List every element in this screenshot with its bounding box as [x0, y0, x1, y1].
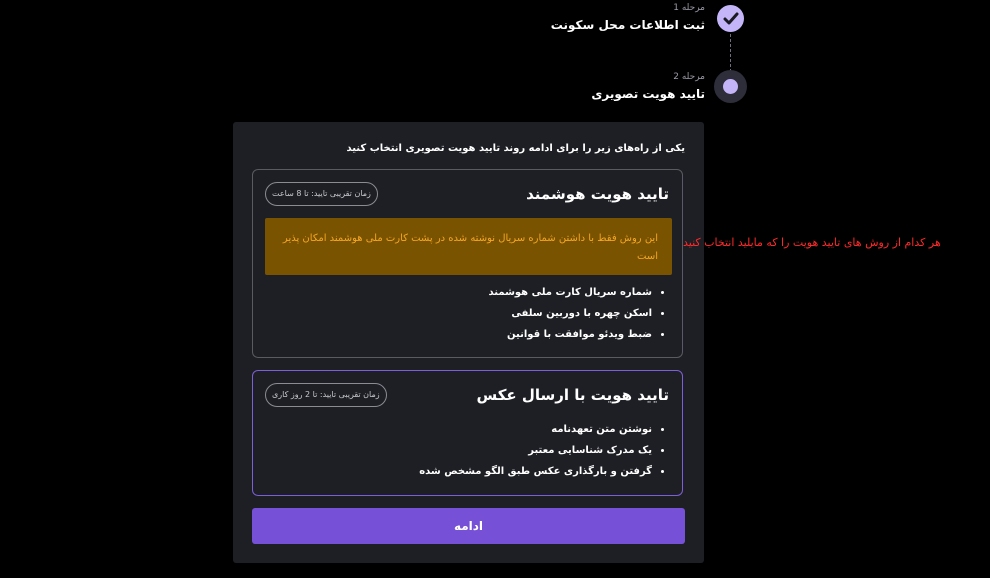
step-1-label: مرحله 1: [673, 3, 705, 13]
smart-verification-warning: این روش فقط با داشتن شماره سریال نوشته ش…: [265, 218, 672, 275]
continue-button[interactable]: ادامه: [252, 508, 685, 544]
smart-verification-card[interactable]: تایید هویت هوشمند زمان تقریبی تایید: تا …: [252, 169, 683, 358]
list-item: نوشتن متن تعهدنامه: [419, 419, 652, 440]
verification-method-panel: یکی از راه‌های زیر را برای ادامه روند تا…: [233, 122, 704, 563]
smart-verification-title: تایید هویت هوشمند: [526, 185, 669, 203]
photo-verification-card[interactable]: تایید هویت با ارسال عکس زمان تقریبی تایی…: [252, 370, 683, 496]
step-1-complete-indicator: [717, 5, 744, 32]
list-item: شماره سریال کارت ملی هوشمند: [489, 282, 653, 303]
step-1-title: ثبت اطلاعات محل سکونت: [550, 18, 705, 32]
list-item: اسکن چهره با دوربین سلفی: [489, 303, 652, 324]
checkmark-icon: [723, 12, 738, 24]
panel-intro-text: یکی از راه‌های زیر را برای ادامه روند تا…: [346, 143, 685, 154]
step-2-label: مرحله 2: [673, 72, 705, 82]
step-2-title: تایید هویت تصویری: [591, 87, 705, 101]
photo-verification-time-badge: زمان تقریبی تایید: تا 2 روز کاری: [265, 383, 387, 407]
step-connector: [730, 34, 731, 72]
list-item: یک مدرک شناسایی معتبر: [419, 440, 652, 461]
annotation-text: هر کدام از روش های تایید هویت را که مایل…: [683, 236, 941, 249]
list-item: گرفتن و بارگذاری عکس طبق الگو مشخص شده: [419, 461, 652, 482]
step-2-active-indicator: [714, 70, 747, 103]
photo-verification-requirements: نوشتن متن تعهدنامه یک مدرک شناسایی معتبر…: [419, 419, 668, 482]
smart-verification-requirements: شماره سریال کارت ملی هوشمند اسکن چهره با…: [489, 282, 669, 345]
smart-verification-time-badge: زمان تقریبی تایید: تا 8 ساعت: [265, 182, 378, 206]
list-item: ضبط ویدئو موافقت با قوانین: [489, 324, 652, 345]
photo-verification-title: تایید هویت با ارسال عکس: [476, 386, 669, 404]
active-dot-icon: [723, 79, 738, 94]
